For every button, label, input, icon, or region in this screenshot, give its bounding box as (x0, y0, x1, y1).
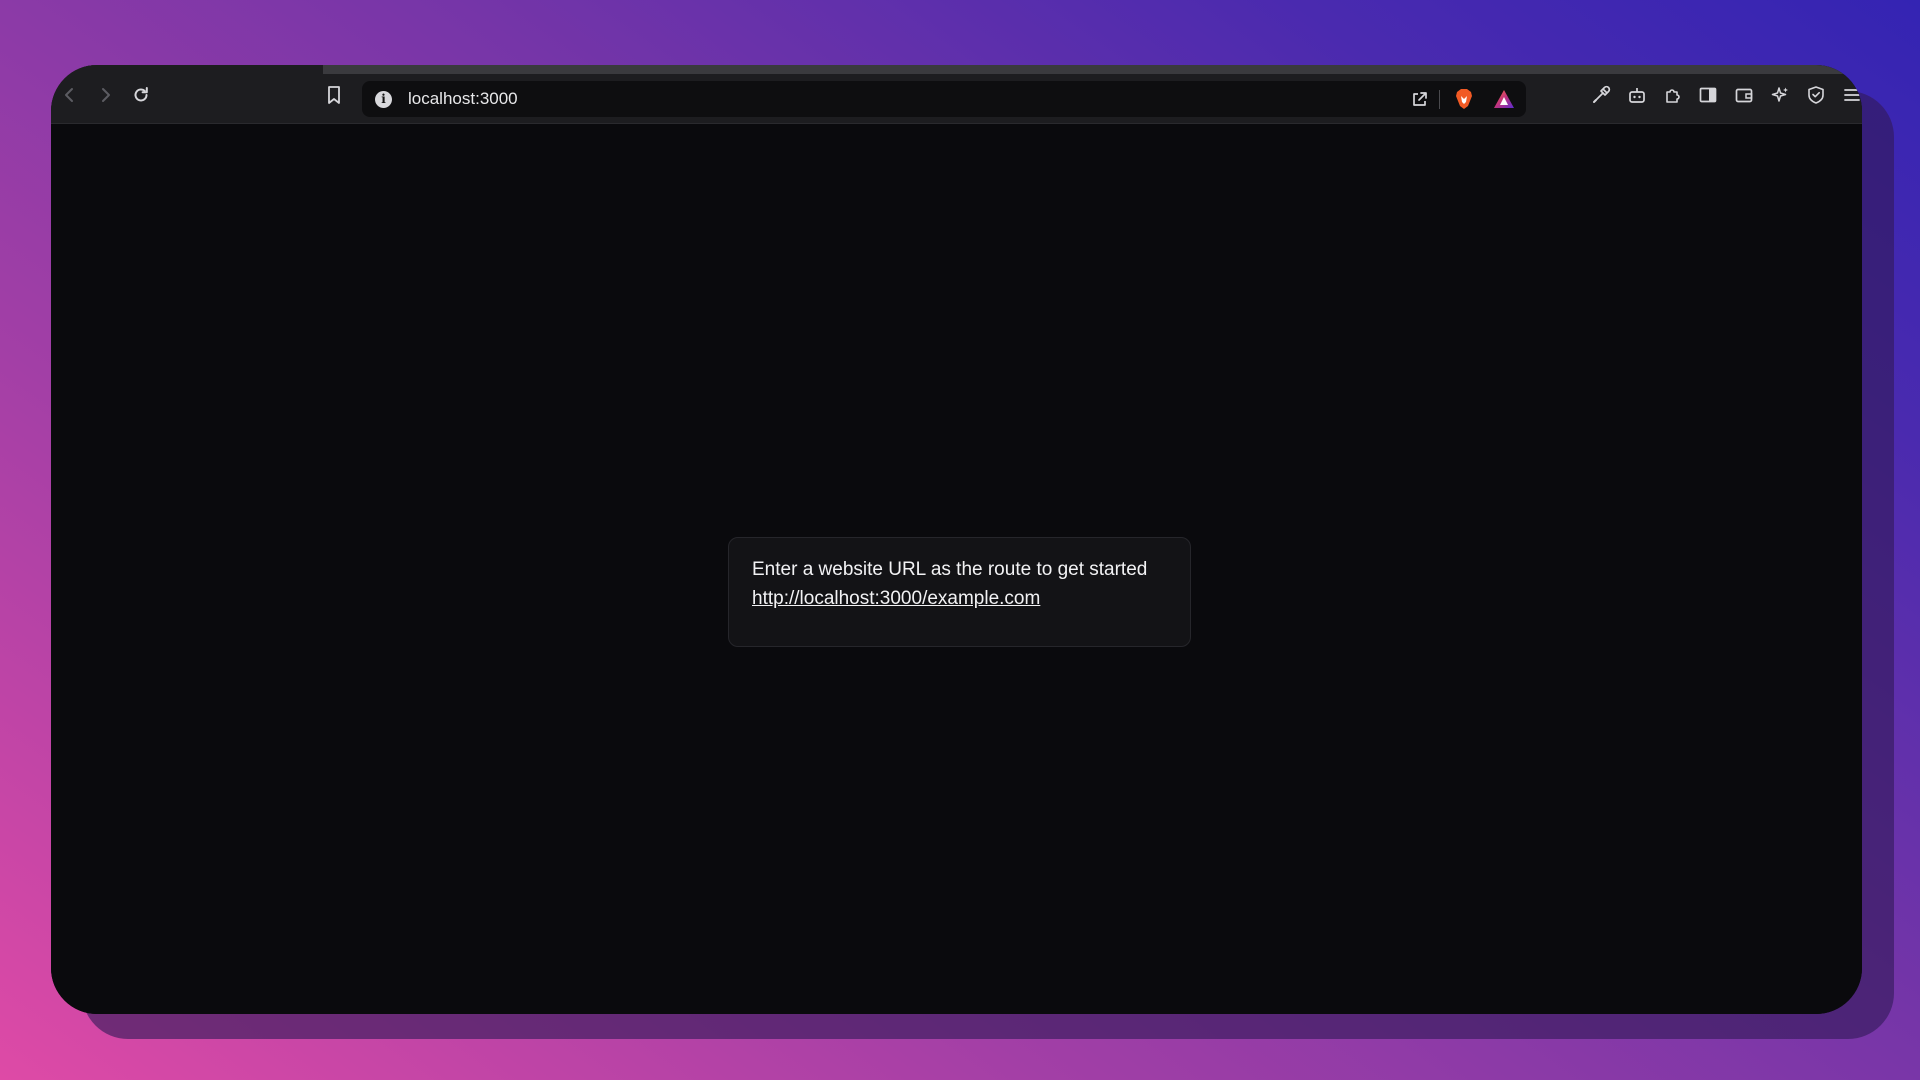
share-icon (1413, 92, 1427, 106)
getting-started-card: Enter a website URL as the route to get … (728, 537, 1191, 647)
wallet-icon (1735, 88, 1753, 103)
brave-shields-button[interactable] (1451, 86, 1477, 112)
eyedropper-icon (1593, 85, 1611, 103)
leo-ai-icon (1629, 88, 1645, 103)
sidebar-icon (1699, 87, 1717, 103)
ai-sparkle-icon (1771, 87, 1788, 102)
brave-rewards-icon (1494, 90, 1514, 108)
address-bar-separator (1439, 90, 1440, 109)
reload-button[interactable] (128, 82, 154, 108)
vpn-shield-icon (1808, 86, 1824, 104)
back-icon (65, 88, 73, 102)
back-button[interactable] (57, 82, 83, 108)
reload-icon (134, 87, 148, 102)
brave-rewards-button[interactable] (1491, 86, 1517, 112)
forward-icon (102, 88, 110, 102)
page-content: Enter a website URL as the route to get … (51, 124, 1862, 1014)
share-button[interactable] (1407, 86, 1433, 112)
bookmark-icon (328, 86, 340, 104)
vpn-button[interactable] (1803, 82, 1829, 108)
eyedropper-button[interactable] (1588, 82, 1614, 108)
tab-strip (51, 65, 1862, 74)
extensions-icon (1666, 89, 1680, 103)
wallet-button[interactable] (1731, 82, 1757, 108)
ai-sparkle-button[interactable] (1767, 82, 1793, 108)
site-info-icon[interactable]: i (375, 91, 392, 108)
sidebar-button[interactable] (1695, 82, 1721, 108)
leo-ai-button[interactable] (1624, 82, 1650, 108)
getting-started-message: Enter a website URL as the route to get … (752, 559, 1148, 580)
bookmark-button[interactable] (321, 82, 347, 108)
browser-toolbar: i localhost:3000 (51, 65, 1862, 124)
menu-button[interactable] (1839, 82, 1862, 108)
menu-icon (1844, 89, 1860, 101)
example-url-link[interactable]: http://localhost:3000/example.com (752, 588, 1040, 610)
forward-button[interactable] (92, 82, 118, 108)
extensions-button[interactable] (1660, 82, 1686, 108)
brave-shields-icon (1456, 89, 1472, 109)
browser-window: i localhost:3000 Enter a website URL as … (51, 65, 1862, 1014)
url-text[interactable]: localhost:3000 (408, 89, 518, 109)
active-tab[interactable] (51, 65, 323, 74)
address-bar[interactable]: i localhost:3000 (362, 81, 1526, 117)
